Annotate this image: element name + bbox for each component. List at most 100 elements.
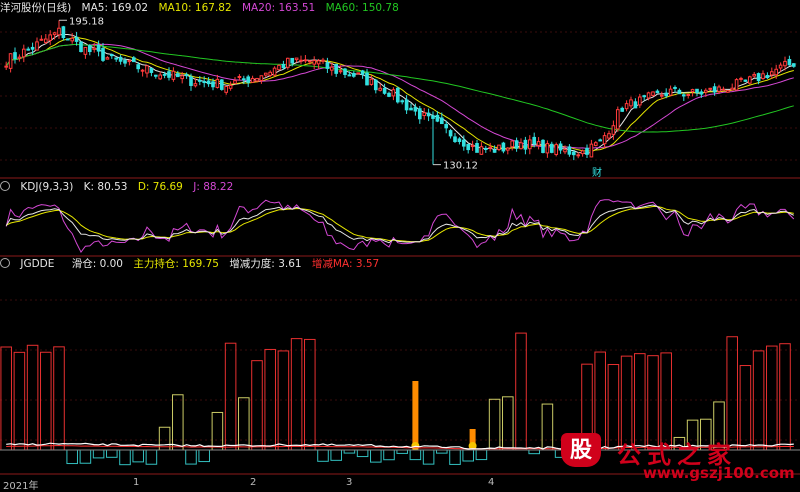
candle-body [92, 47, 97, 50]
candle-body [87, 45, 92, 53]
candle-body [681, 94, 686, 97]
candle-body [373, 79, 378, 91]
jgdde-bar-mid [211, 411, 224, 451]
candle-body [585, 147, 589, 155]
candle-body [356, 72, 361, 75]
ma10-line [5, 36, 794, 152]
candle-body [312, 60, 317, 65]
candle-body [294, 57, 299, 61]
jgdde-bar-down [145, 449, 158, 465]
candle-body [246, 76, 251, 83]
candle-body [365, 72, 369, 86]
candle-body [233, 80, 237, 84]
candle-body [527, 139, 532, 150]
candle-body [712, 86, 717, 93]
candle-body [316, 60, 321, 65]
candle-body [721, 88, 726, 91]
candle-body [461, 139, 466, 147]
jgdde-bar-up [224, 342, 237, 451]
candle-body [83, 46, 88, 55]
candle-body [668, 88, 673, 96]
candle-body [321, 59, 325, 62]
ma60-label: MA60: 150.78 [325, 2, 399, 14]
candle-body [734, 79, 739, 91]
candle-body [167, 71, 171, 78]
candle-body [629, 99, 633, 107]
candle-body [17, 56, 22, 59]
candle-body [202, 81, 207, 84]
candle-body [725, 90, 730, 93]
candle-body [211, 81, 215, 88]
candle-body [659, 94, 664, 97]
kdj-j-line [5, 199, 795, 254]
candle-body [391, 89, 396, 97]
candle-body [400, 100, 405, 103]
candle-body [787, 58, 792, 66]
candle-body [483, 147, 488, 150]
candle-body [774, 68, 779, 76]
candle-body [30, 46, 35, 50]
candle-body [730, 87, 735, 91]
candle-body [448, 130, 453, 137]
candle-body [250, 77, 255, 83]
candle-body [43, 38, 48, 43]
candle-body [4, 65, 9, 68]
candle-body [382, 87, 387, 94]
x-axis-label: 1 [133, 477, 140, 488]
x-axis-label: 2 [250, 477, 257, 488]
candle-body [8, 53, 13, 69]
jgdde-bar-down [132, 449, 144, 463]
candle-body [281, 63, 286, 69]
candle-body [431, 115, 435, 119]
jgdde-bar-down [462, 449, 474, 462]
candle-body [79, 41, 83, 52]
candle-body [426, 112, 431, 117]
jgdde-bar-down [409, 449, 422, 461]
candle-body [664, 92, 669, 97]
candle-body [589, 143, 594, 158]
candle-body [646, 92, 651, 99]
kdj-d-label: D: 76.69 [137, 181, 183, 193]
candle-body [255, 78, 259, 82]
stock-chart-canvas: 195.18 130.12 财 [0, 16, 800, 475]
high-price-label: 195.18 [69, 16, 104, 27]
jgdde-bar-mid [488, 398, 501, 451]
price-panel-header: 洋河股份(日线) MA5: 169.02 MA10: 167.82 MA20: … [0, 1, 406, 15]
candle-body [162, 73, 167, 76]
candle-body [21, 48, 26, 58]
candle-body [268, 71, 273, 76]
candle-body [360, 70, 365, 75]
jgdde-bar-up [26, 344, 39, 451]
candle-body [219, 79, 224, 90]
candle-body [158, 74, 163, 80]
candle-body [228, 84, 233, 89]
candle-body [57, 27, 61, 36]
candle-body [189, 76, 193, 86]
candle-body [140, 69, 145, 72]
candle-body [52, 32, 57, 36]
candle-body [554, 144, 559, 155]
candle-body [48, 34, 53, 41]
candle-body [39, 38, 44, 41]
candle-body [620, 107, 625, 112]
kdj-k-label: K: 80.53 [83, 181, 128, 193]
jgdde-name: JGDDE [20, 258, 55, 270]
candle-body [637, 96, 642, 106]
candle-body [615, 109, 620, 130]
jgdde-bar-up [515, 332, 527, 451]
candle-body [417, 108, 422, 120]
candle-body [571, 151, 576, 156]
candle-body [290, 57, 295, 64]
candle-body [153, 74, 158, 77]
indicator-toggle-icon[interactable] [0, 258, 10, 268]
candle-body [752, 73, 757, 77]
candle-body [580, 150, 585, 155]
event-marker: 财 [592, 166, 602, 179]
candle-body [743, 79, 748, 82]
candle-body [74, 36, 79, 42]
candle-body [26, 48, 31, 51]
candle-body [492, 149, 497, 153]
jgdde-panel-header: JGDDE 滑仓: 0.00 主力持仓: 169.75 增减力度: 3.61 增… [0, 257, 386, 271]
jgdde-bar-mid [172, 394, 184, 451]
indicator-toggle-icon[interactable] [0, 181, 10, 191]
